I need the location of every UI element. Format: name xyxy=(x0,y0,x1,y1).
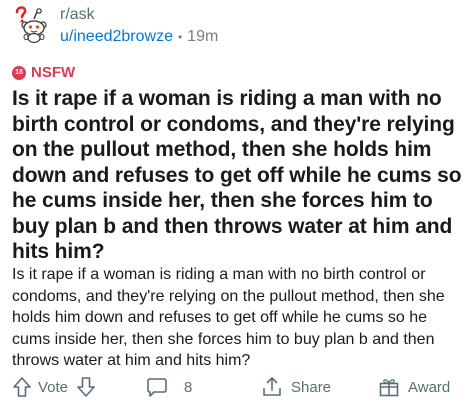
arrow-down-icon xyxy=(77,377,95,397)
share-upload-icon xyxy=(263,377,281,396)
nsfw-18-icon: 18 xyxy=(12,65,26,80)
speech-bubble-icon xyxy=(147,378,167,397)
share-button[interactable]: Share xyxy=(261,372,331,402)
vote-label: Vote xyxy=(38,378,69,396)
author-username[interactable]: u/ineed2browze xyxy=(60,27,173,47)
comments-button[interactable]: 8 xyxy=(146,372,192,402)
comment-count: 8 xyxy=(184,378,193,396)
post-card: r/ask u/ineed2browze • 19m 18 NSFW Is it… xyxy=(0,0,474,404)
award-button[interactable]: Award xyxy=(378,372,450,402)
author-line: u/ineed2browze • 19m xyxy=(60,27,218,47)
subreddit-avatar[interactable] xyxy=(12,4,52,44)
post-title[interactable]: Is it rape if a woman is riding a man wi… xyxy=(12,86,467,265)
vote-group: Vote xyxy=(12,372,96,402)
post-header: r/ask u/ineed2browze • 19m xyxy=(12,4,218,47)
upvote-button[interactable] xyxy=(12,376,32,398)
post-age: 19m xyxy=(187,28,219,45)
arrow-up-icon xyxy=(13,377,31,397)
snoo-question-icon xyxy=(15,6,47,44)
share-label: Share xyxy=(291,378,332,396)
downvote-button[interactable] xyxy=(76,376,96,398)
post-action-bar: Vote 8 Share Award xyxy=(0,372,474,402)
meta-separator: • xyxy=(177,30,183,44)
post-meta: r/ask u/ineed2browze • 19m xyxy=(60,4,218,47)
nsfw-tag: 18 NSFW xyxy=(12,64,75,81)
subreddit-name[interactable]: r/ask xyxy=(60,5,218,24)
nsfw-label: NSFW xyxy=(31,64,76,81)
post-body: Is it rape if a woman is riding a man wi… xyxy=(12,266,445,369)
gift-box-icon xyxy=(379,379,399,397)
award-label: Award xyxy=(408,378,451,396)
